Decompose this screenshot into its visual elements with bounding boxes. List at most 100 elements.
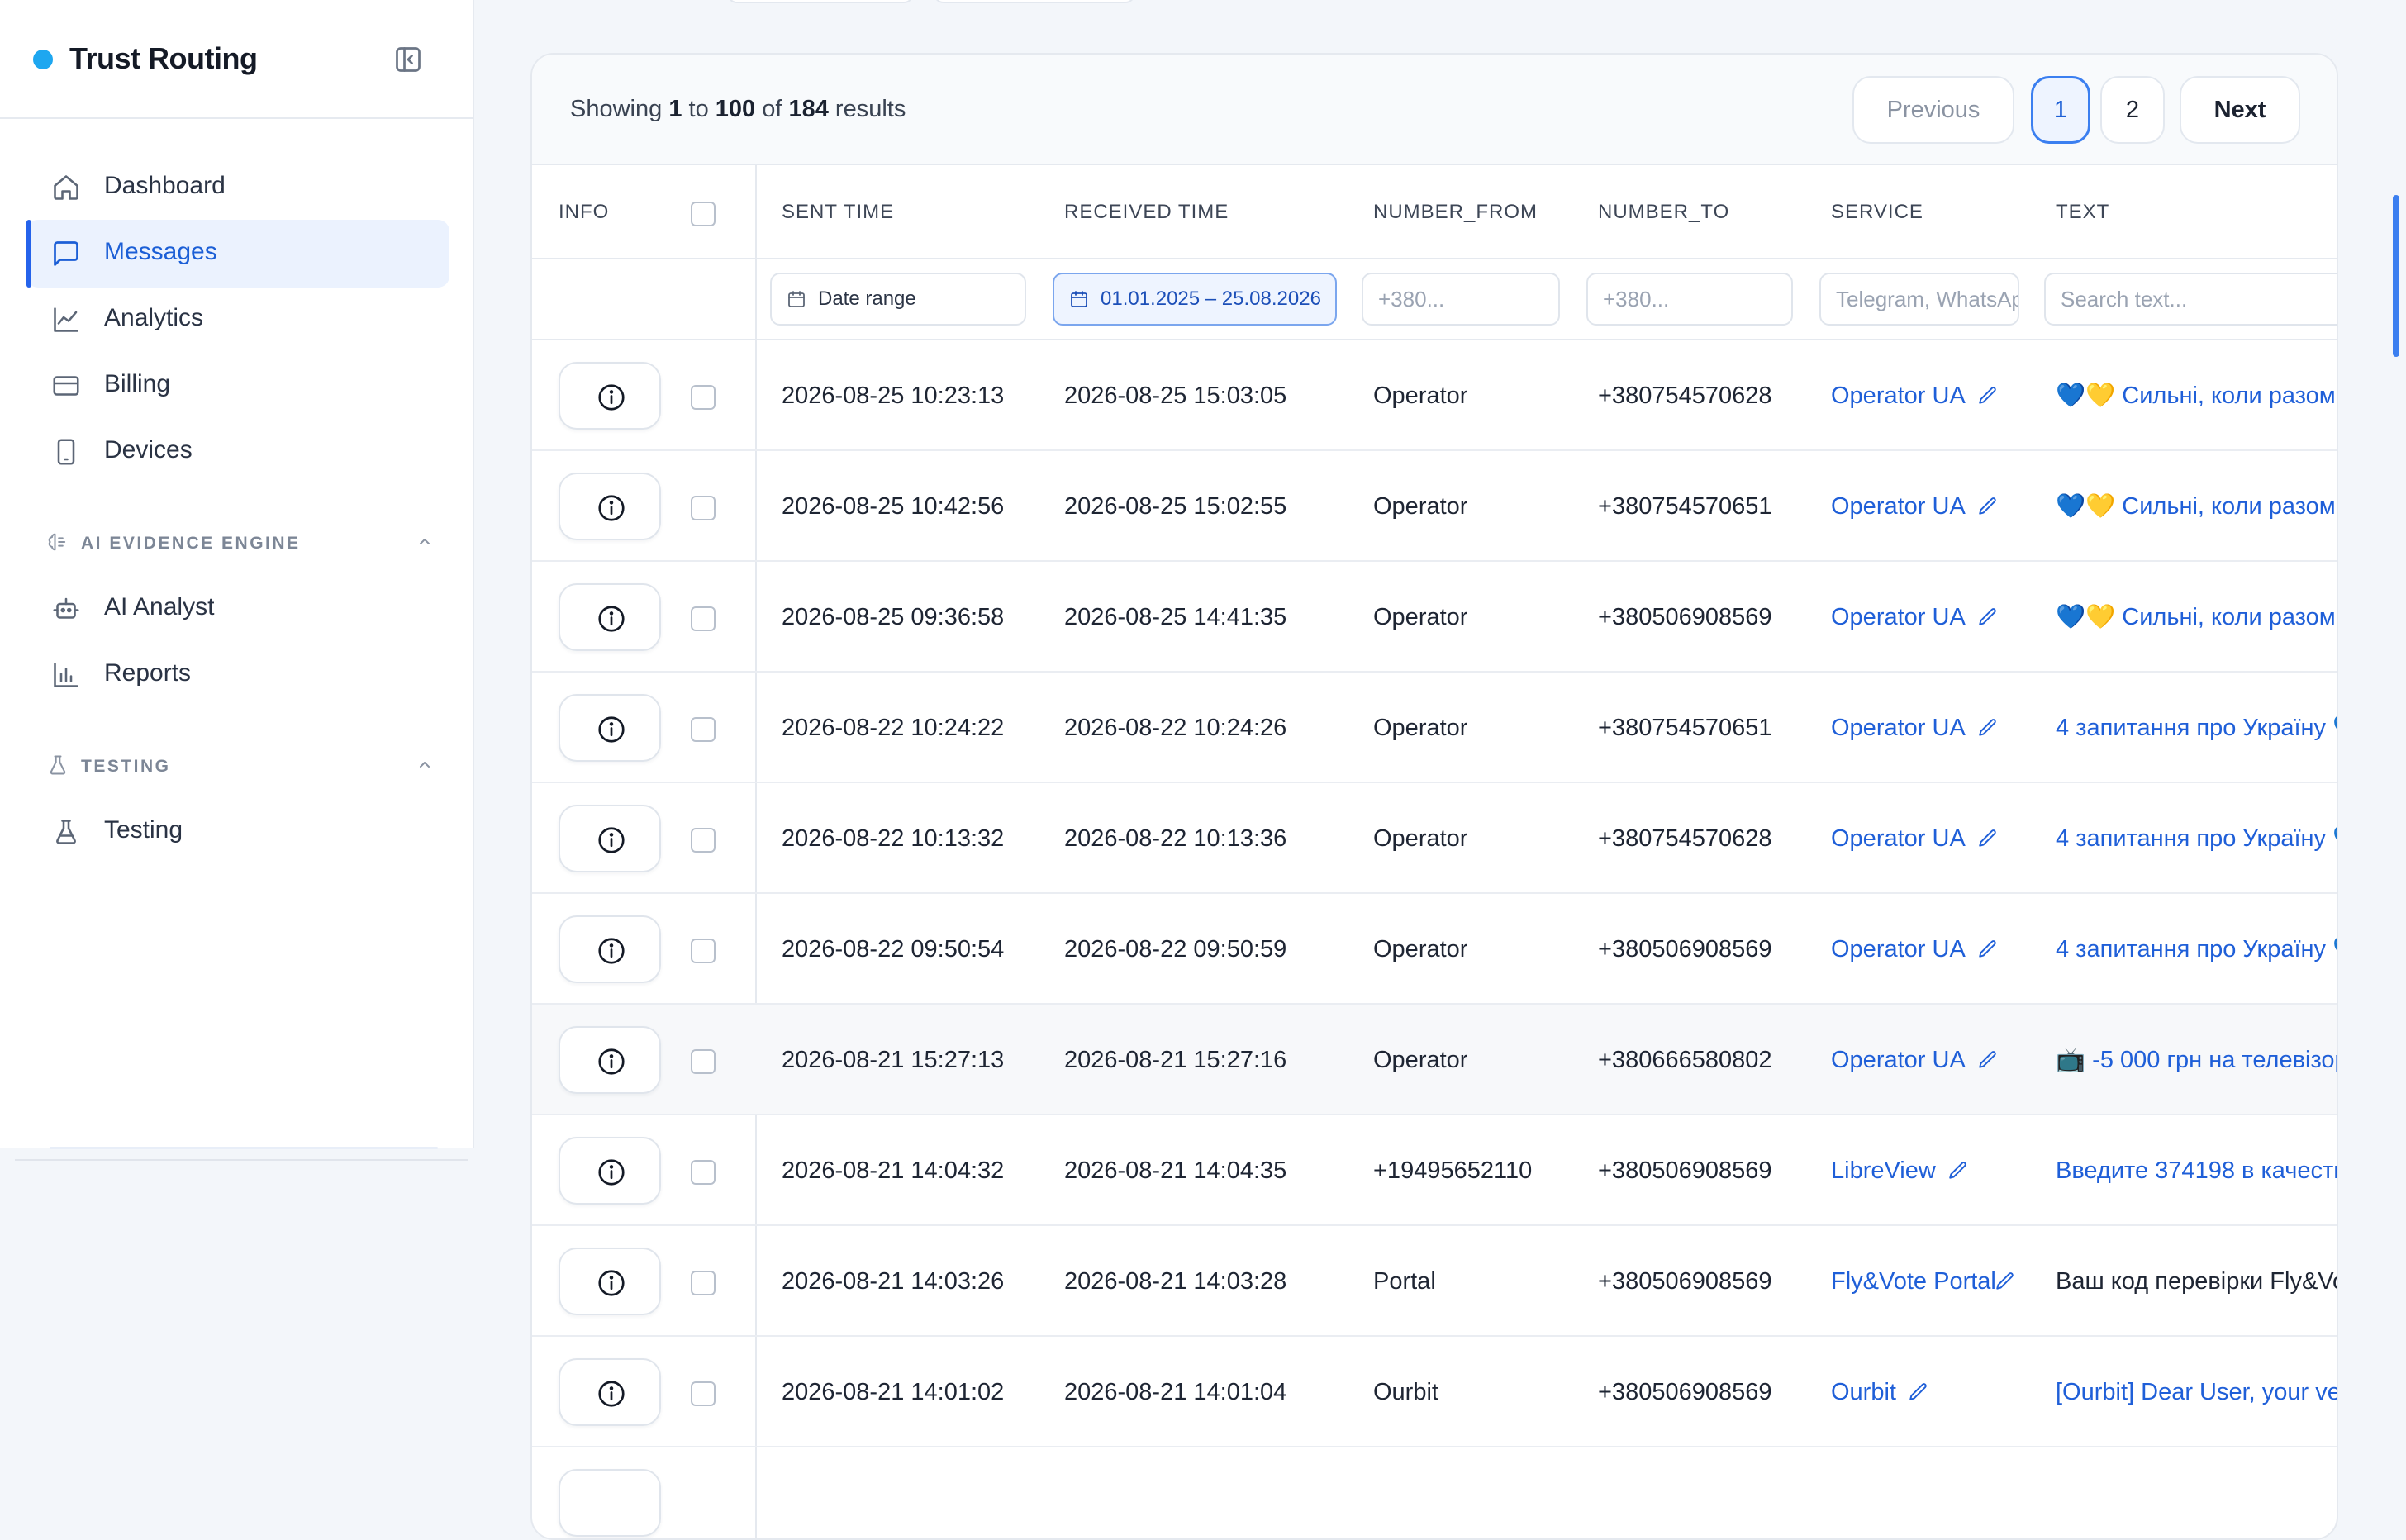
service-filter-input[interactable]: Telegram, WhatsApp...: [1819, 273, 2019, 326]
row-info-button[interactable]: [559, 805, 661, 872]
page-scrollbar[interactable]: [2393, 195, 2399, 357]
row-checkbox[interactable]: [691, 828, 716, 853]
row-checkbox[interactable]: [691, 496, 716, 520]
table-row[interactable]: 2026-08-22 09:50:54 2026-08-22 09:50:59 Op…: [532, 894, 2337, 1005]
chevron-up-icon[interactable]: [415, 755, 435, 775]
table-row[interactable]: 2026-08-22 10:24:22 2026-08-22 10:24:26 Op…: [532, 673, 2337, 783]
row-info-button[interactable]: [559, 1469, 661, 1537]
service-cell[interactable]: Operator UA: [1831, 1005, 1999, 1115]
service-cell[interactable]: Fly&Vote Portal: [1831, 1226, 2016, 1337]
service-cell[interactable]: Operator UA: [1831, 562, 1999, 673]
edit-service-icon[interactable]: [1977, 717, 1999, 739]
table-row[interactable]: 2026-08-21 14:03:26 2026-08-21 14:03:28 Po…: [532, 1226, 2337, 1337]
message-text-cell[interactable]: 4 запитання про Україну 💙: [2056, 894, 2337, 1005]
table-row[interactable]: 2026-08-25 10:42:56 2026-08-25 15:02:55 Op…: [532, 451, 2337, 562]
row-checkbox[interactable]: [691, 385, 716, 410]
message-text-cell[interactable]: Введите 374198 в качестве: [2056, 1115, 2337, 1226]
row-info-button[interactable]: [559, 1248, 661, 1315]
message-text-cell[interactable]: 💙💛 Сильні, коли разом. Д: [2056, 451, 2337, 562]
toolbar-button[interactable]: [727, 0, 914, 3]
edit-service-icon[interactable]: [1947, 1160, 1969, 1181]
column-header-service[interactable]: SERVICE: [1831, 165, 1923, 259]
row-info-button[interactable]: [559, 1026, 661, 1094]
service-name[interactable]: Operator UA: [1831, 715, 1966, 742]
sidebar-item-billing[interactable]: Billing: [26, 352, 449, 420]
row-checkbox[interactable]: [691, 1381, 716, 1406]
message-text-cell[interactable]: 📺 -5 000 грн на телевізор: [2056, 1005, 2337, 1115]
service-cell[interactable]: Operator UA: [1831, 673, 1999, 783]
received-time-date-range-filter[interactable]: 01.01.2025 – 25.08.2026: [1053, 273, 1337, 326]
chevron-up-icon[interactable]: [415, 532, 435, 552]
row-checkbox[interactable]: [691, 606, 716, 631]
edit-service-icon[interactable]: [1977, 939, 1999, 960]
sidebar-item-devices[interactable]: Devices: [26, 418, 449, 486]
table-row[interactable]: 2026-08-21 15:27:13 2026-08-21 15:27:16 Op…: [532, 1005, 2337, 1115]
service-cell[interactable]: Ourbit: [1831, 1337, 1929, 1447]
page-1-button[interactable]: 1: [2031, 76, 2090, 144]
edit-service-icon[interactable]: [1995, 1271, 2016, 1292]
section-testing[interactable]: TESTING: [46, 753, 435, 778]
row-info-button[interactable]: [559, 473, 661, 540]
service-name[interactable]: Fly&Vote Portal: [1831, 1265, 1996, 1298]
table-row[interactable]: 2026-08-22 10:13:32 2026-08-22 10:13:36 Op…: [532, 783, 2337, 894]
column-header-number-from[interactable]: NUMBER_FROM: [1373, 165, 1538, 259]
collapse-sidebar-icon[interactable]: [393, 45, 423, 74]
table-row[interactable]: 2026-08-21 14:01:02 2026-08-21 14:01:04 Ou…: [532, 1337, 2337, 1447]
section-ai-evidence-engine[interactable]: AI EVIDENCE ENGINE: [46, 530, 435, 555]
row-checkbox[interactable]: [691, 1271, 716, 1295]
sidebar-item-reports[interactable]: Reports: [26, 641, 449, 709]
sidebar-item-analytics[interactable]: Analytics: [26, 286, 449, 354]
row-info-button[interactable]: [559, 362, 661, 430]
number-to-filter-input[interactable]: +380...: [1586, 273, 1793, 326]
service-name[interactable]: Ourbit: [1831, 1379, 1896, 1406]
text-filter-input[interactable]: Search text...: [2044, 273, 2337, 326]
service-cell[interactable]: Operator UA: [1831, 451, 1999, 562]
next-page-button[interactable]: Next: [2180, 76, 2300, 144]
edit-service-icon[interactable]: [1908, 1381, 1929, 1403]
column-header-number-to[interactable]: NUMBER_TO: [1598, 165, 1729, 259]
table-row[interactable]: 2026-08-21 14:04:32 2026-08-21 14:04:35 +1…: [532, 1115, 2337, 1226]
edit-service-icon[interactable]: [1977, 828, 1999, 849]
message-text-cell[interactable]: [Ourbit] Dear User, your ve: [2056, 1337, 2337, 1447]
service-name[interactable]: Operator UA: [1831, 493, 1966, 520]
table-row[interactable]: [532, 1447, 2337, 1538]
select-all-checkbox[interactable]: [691, 202, 716, 226]
service-cell[interactable]: Operator UA: [1831, 783, 1999, 894]
column-header-sent-time[interactable]: SENT TIME: [782, 165, 894, 259]
service-cell[interactable]: Operator UA: [1831, 894, 1999, 1005]
number-from-filter-input[interactable]: +380...: [1362, 273, 1560, 326]
sidebar-item-testing[interactable]: Testing: [26, 798, 449, 866]
row-info-button[interactable]: [559, 915, 661, 983]
row-info-button[interactable]: [559, 694, 661, 762]
service-name[interactable]: Operator UA: [1831, 825, 1966, 853]
column-header-text[interactable]: TEXT: [2056, 165, 2109, 259]
page-2-button[interactable]: 2: [2100, 76, 2165, 144]
previous-page-button[interactable]: Previous: [1852, 76, 2014, 144]
edit-service-icon[interactable]: [1977, 385, 1999, 406]
row-checkbox[interactable]: [691, 939, 716, 963]
row-info-button[interactable]: [559, 1137, 661, 1205]
row-checkbox[interactable]: [691, 717, 716, 742]
service-cell[interactable]: Operator UA: [1831, 340, 1999, 451]
message-text-cell[interactable]: 💙💛 Сильні, коли разом. Д: [2056, 562, 2337, 673]
message-text-cell[interactable]: 4 запитання про Україну 💙: [2056, 673, 2337, 783]
edit-service-icon[interactable]: [1977, 1049, 1999, 1071]
service-name[interactable]: Operator UA: [1831, 604, 1966, 631]
toolbar-button[interactable]: [934, 0, 1135, 3]
service-name[interactable]: LibreView: [1831, 1157, 1936, 1185]
service-name[interactable]: Operator UA: [1831, 1047, 1966, 1074]
column-header-received-time[interactable]: RECEIVED TIME: [1064, 165, 1229, 259]
edit-service-icon[interactable]: [1977, 496, 1999, 517]
sidebar-item-dashboard[interactable]: Dashboard: [26, 154, 449, 221]
sent-time-date-range-filter[interactable]: Date range: [770, 273, 1026, 326]
sidebar-item-messages[interactable]: Messages: [26, 220, 449, 288]
message-text-cell[interactable]: Ваш код перевірки Fly&Vote: [2056, 1226, 2337, 1337]
row-checkbox[interactable]: [691, 1049, 716, 1074]
row-checkbox[interactable]: [691, 1160, 716, 1185]
row-info-button[interactable]: [559, 583, 661, 651]
message-text-cell[interactable]: 4 запитання про Україну 💙: [2056, 783, 2337, 894]
message-text-cell[interactable]: 💙💛 Сильні, коли разом. Д: [2056, 340, 2337, 451]
row-info-button[interactable]: [559, 1358, 661, 1426]
service-cell[interactable]: LibreView: [1831, 1115, 1969, 1226]
service-name[interactable]: Operator UA: [1831, 936, 1966, 963]
